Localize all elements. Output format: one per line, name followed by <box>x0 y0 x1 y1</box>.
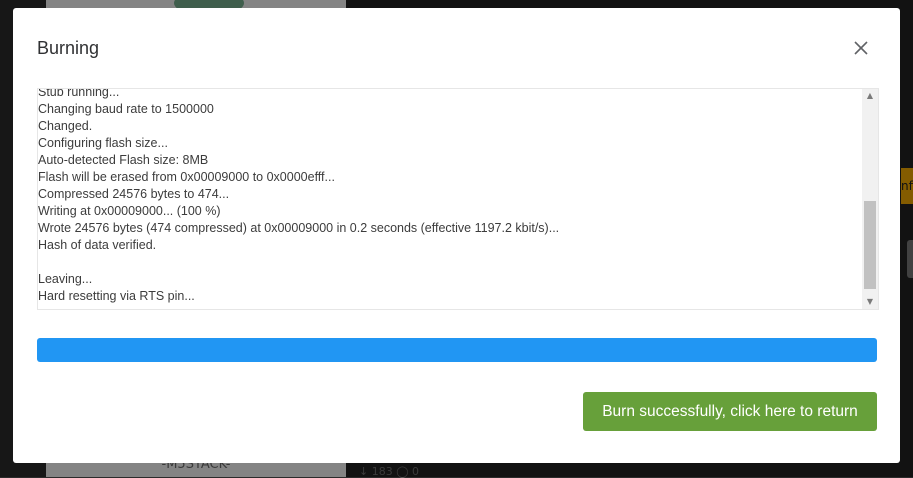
log-scrollbar[interactable]: ▲ ▼ <box>862 89 878 309</box>
return-button[interactable]: Burn successfully, click here to return <box>583 392 877 431</box>
scroll-down-arrow-icon[interactable]: ▼ <box>862 295 878 309</box>
burn-progress-bar <box>37 338 877 362</box>
log-line: Flash will be erased from 0x00009000 to … <box>38 170 335 184</box>
burn-log[interactable]: Stub running... Changing baud rate to 150… <box>37 88 879 310</box>
dialog-title: Burning <box>37 38 100 58</box>
log-line: Wrote 24576 bytes (474 compressed) at 0x… <box>38 221 560 235</box>
burn-progress-fill <box>37 338 877 362</box>
close-button[interactable] <box>851 38 871 58</box>
scroll-thumb[interactable] <box>864 201 876 289</box>
log-line: Auto-detected Flash size: 8MB <box>38 153 209 167</box>
burning-dialog: Burning Stub running... Changing baud rat… <box>13 8 900 463</box>
log-line: Leaving... <box>38 272 93 286</box>
log-line: Compressed 24576 bytes to 474... <box>38 187 230 201</box>
log-line: Changing baud rate to 1500000 <box>38 102 214 116</box>
burn-log-text: Stub running... Changing baud rate to 150… <box>38 88 860 305</box>
log-line: Configuring flash size... <box>38 136 168 150</box>
scroll-up-arrow-icon[interactable]: ▲ <box>862 89 878 103</box>
log-line: Hard resetting via RTS pin... <box>38 289 195 303</box>
log-line: Writing at 0x00009000... (100 %) <box>38 204 221 218</box>
log-line: Hash of data verified. <box>38 238 157 252</box>
log-line: Stub running... <box>38 88 120 99</box>
log-line: Changed. <box>38 119 93 133</box>
close-icon <box>854 41 868 55</box>
